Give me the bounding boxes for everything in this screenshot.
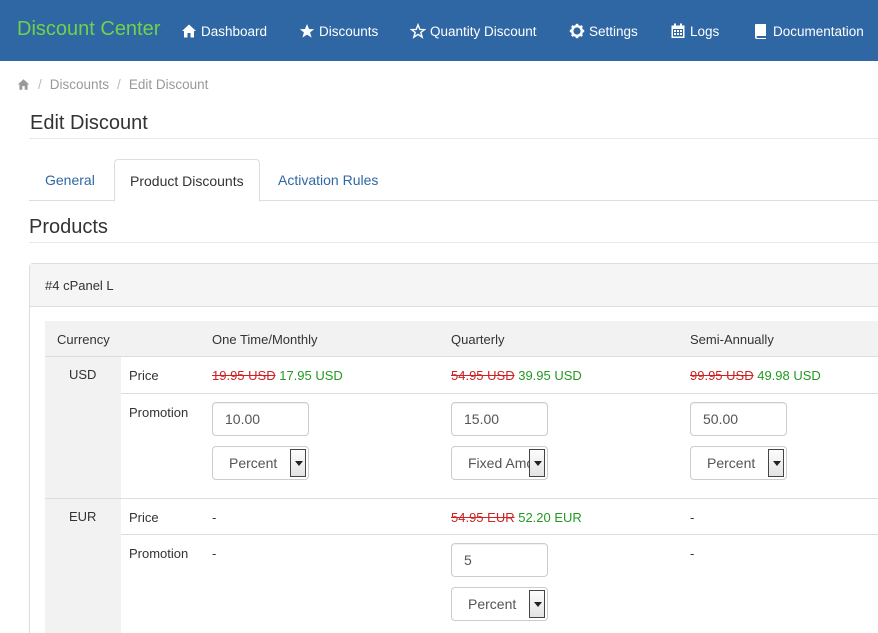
star-icon [299,23,315,39]
select-value: Percent [468,596,517,612]
row-divider [121,393,878,394]
nav-quantity-discount[interactable]: Quantity Discount [410,21,537,41]
select-value: Fixed Amount [468,455,530,471]
header-semi-annually: Semi-Annually [690,332,774,347]
top-navbar: Discount Center Dashboard Discounts Quan… [0,0,878,61]
usd-semi-type-select[interactable]: Percent [690,446,787,480]
nav-settings[interactable]: Settings [569,21,638,41]
usd-quarterly-promotion-input[interactable]: 15.00 [451,402,548,436]
nav-logs-label: Logs [690,23,720,39]
breadcrumb: / Discounts / Edit Discount [17,75,208,93]
eur-monthly-promotion: - [212,546,217,561]
nav-discounts-label: Discounts [319,23,379,39]
breadcrumb-edit-discount: Edit Discount [128,76,209,92]
brand-logo[interactable]: Discount Center [17,18,160,41]
eur-monthly-price: - [212,510,217,525]
chevron-down-icon[interactable] [529,590,545,618]
row-divider [121,534,878,535]
book-icon [753,23,769,39]
old-price: 54.95 USD [451,368,515,383]
calendar-icon [670,23,686,39]
nav-dashboard-label: Dashboard [201,23,268,39]
nav-documentation[interactable]: Documentation [753,21,864,41]
usd-quarterly-type-select[interactable]: Fixed Amount [451,446,548,480]
old-price: 99.95 USD [690,368,754,383]
nav-settings-label: Settings [589,23,638,39]
tab-general[interactable]: General [30,159,110,201]
breadcrumb-separator: / [38,76,42,92]
chevron-down-icon[interactable] [290,449,306,477]
home-icon[interactable] [17,78,30,91]
section-title: Products [29,216,108,238]
select-value: Percent [707,455,756,471]
usd-price-label: Price [129,368,159,383]
currency-divider [45,498,878,499]
usd-promotion-label: Promotion [129,405,189,420]
usd-monthly-price: 19.95 USD 17.95 USD [212,368,343,383]
gear-icon [569,23,585,39]
usd-monthly-type-select[interactable]: Percent [212,446,309,480]
eur-promotion-label: Promotion [129,546,189,561]
header-quarterly: Quarterly [451,332,505,347]
currency-usd: USD [69,367,97,382]
eur-quarterly-type-select[interactable]: Percent [451,587,548,621]
nav-quantity-discount-label: Quantity Discount [430,23,537,39]
old-price: 54.95 EUR [451,510,515,525]
tab-activation-rules[interactable]: Activation Rules [263,159,393,201]
eur-semi-promotion: - [690,546,695,561]
tab-bar: General Product Discounts Activation Rul… [29,159,878,202]
new-price: 52.20 EUR [518,510,582,525]
star-outline-icon [410,23,426,39]
home-icon [181,23,197,39]
page-title: Edit Discount [30,112,148,134]
select-value: Percent [229,455,278,471]
eur-price-label: Price [129,510,159,525]
usd-semi-price: 99.95 USD 49.98 USD [690,368,821,383]
nav-discounts[interactable]: Discounts [299,21,378,41]
table-header: Currency One Time/Monthly Quarterly Semi… [45,321,878,357]
usd-semi-promotion-input[interactable]: 50.00 [690,402,787,436]
tab-product-discounts[interactable]: Product Discounts [114,159,260,202]
chevron-down-icon[interactable] [529,449,545,477]
header-currency: Currency [57,332,110,347]
eur-quarterly-price: 54.95 EUR 52.20 EUR [451,510,582,525]
chevron-down-icon[interactable] [768,449,784,477]
nav-dashboard[interactable]: Dashboard [181,21,267,41]
product-name: #4 cPanel L [45,278,114,293]
section-divider [29,242,878,243]
title-divider [29,138,878,139]
new-price: 39.95 USD [518,368,582,383]
new-price: 17.95 USD [279,368,343,383]
old-price: 19.95 USD [212,368,276,383]
eur-semi-price: - [690,510,695,525]
new-price: 49.98 USD [757,368,821,383]
header-monthly: One Time/Monthly [212,332,318,347]
nav-documentation-label: Documentation [773,23,864,39]
currency-eur: EUR [69,509,97,524]
product-panel-heading: #4 cPanel L [30,264,878,307]
nav-logs[interactable]: Logs [670,21,719,41]
breadcrumb-discounts[interactable]: Discounts [50,77,109,92]
usd-monthly-promotion-input[interactable]: 10.00 [212,402,309,436]
breadcrumb-separator: / [117,76,121,92]
usd-quarterly-price: 54.95 USD 39.95 USD [451,368,582,383]
eur-quarterly-promotion-input[interactable]: 5 [451,543,548,577]
currency-column [45,357,121,633]
